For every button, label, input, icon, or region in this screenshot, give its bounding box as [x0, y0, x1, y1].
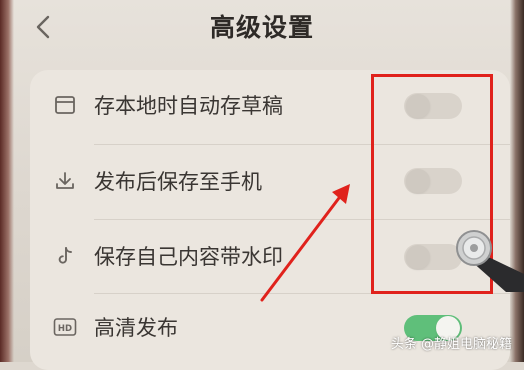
draft-box-icon — [52, 92, 78, 118]
page-title: 高级设置 — [209, 13, 314, 42]
setting-label: 存本地时自动存草稿 — [94, 94, 283, 118]
stylus-pen — [456, 230, 524, 292]
watermark-text: 头条 @静姐电脑秘籍 — [390, 337, 512, 352]
setting-label: 发布后保存至手机 — [94, 170, 262, 194]
setting-label: 高清发布 — [94, 316, 178, 340]
phone-screen: 高级设置 存本地时自动存草稿 发布后保存至手机 保存自己内容带水印 HD 高清发… — [0, 0, 524, 370]
svg-text:HD: HD — [58, 324, 72, 334]
hd-icon: HD — [52, 314, 78, 340]
screen-edge-right — [510, 0, 524, 362]
tiktok-note-icon — [52, 243, 78, 269]
annotation-arrow — [260, 184, 350, 302]
screen-edge-left — [0, 0, 14, 362]
download-icon — [52, 168, 78, 194]
